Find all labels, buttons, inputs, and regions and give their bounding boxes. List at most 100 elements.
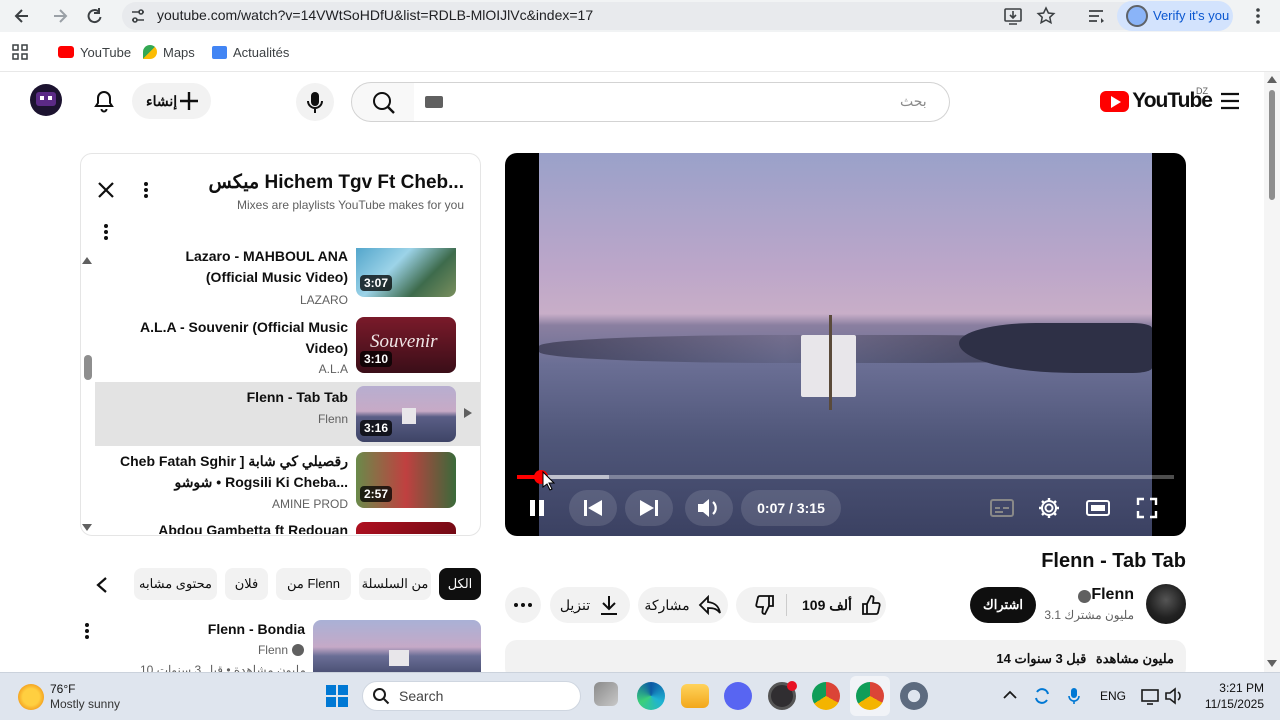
speaker-icon[interactable] <box>1164 687 1184 705</box>
weather-sun-icon[interactable] <box>18 684 44 710</box>
recommendation-menu-icon[interactable] <box>80 620 94 642</box>
next-icon[interactable] <box>625 490 673 526</box>
video-player[interactable]: 0:07 / 3:15 <box>505 153 1186 536</box>
microphone-tray-icon[interactable] <box>1066 686 1082 706</box>
scrollbar-thumb[interactable] <box>1269 90 1275 200</box>
bookmark-label: Maps <box>163 44 195 60</box>
playlist-item[interactable]: Abdou Gambetta ft Redouan <box>95 516 480 534</box>
subscriber-count: 3.1 مليون مشترك <box>1044 608 1134 622</box>
hidden-icons-chevron-icon[interactable] <box>1003 690 1017 700</box>
chips-prev-icon[interactable] <box>94 576 110 594</box>
subscribe-button[interactable]: اشتراك <box>970 587 1036 623</box>
page-scrollbar[interactable] <box>1264 72 1280 672</box>
channel-name[interactable]: Flenn <box>1060 586 1134 604</box>
search-button[interactable] <box>351 82 415 122</box>
sync-icon[interactable] <box>1032 686 1052 706</box>
playlist-options-icon[interactable] <box>98 222 114 242</box>
playlist-menu-icon[interactable] <box>138 180 154 200</box>
playlist-title[interactable]: ميكس Hichem Tgv Ft Cheb... <box>170 171 464 194</box>
task-view-icon[interactable] <box>594 682 618 706</box>
reading-list-icon[interactable] <box>1086 6 1106 26</box>
bookmark-star-icon[interactable] <box>1036 6 1056 26</box>
captions-icon[interactable] <box>989 496 1015 520</box>
playlist-item[interactable]: Lazaro - MAHBOUL ANA (Official Music Vid… <box>95 248 480 309</box>
item-thumbnail[interactable]: 2:57 <box>356 452 456 508</box>
chip-similar[interactable]: محتوى مشابه <box>134 568 217 600</box>
youtube-favicon-icon <box>58 46 74 58</box>
discord-icon[interactable] <box>724 682 752 710</box>
taskbar-search-box[interactable] <box>362 681 581 711</box>
pause-icon[interactable] <box>527 496 547 520</box>
recommendation-thumbnail[interactable] <box>313 620 481 680</box>
weather-desc[interactable]: Mostly sunny <box>50 697 120 711</box>
chrome-icon[interactable] <box>812 682 840 710</box>
volume-icon[interactable] <box>685 490 733 526</box>
chrome-active-icon[interactable] <box>856 682 884 710</box>
playlist-scroll-down-icon[interactable] <box>82 524 92 531</box>
view-meta: 14 مليون مشاهدة قبل 3 سنوات <box>900 651 1174 667</box>
theater-mode-icon[interactable] <box>1085 496 1111 520</box>
voice-search-button[interactable] <box>296 83 334 121</box>
forward-icon[interactable] <box>50 6 70 26</box>
edge-browser-icon[interactable] <box>637 682 665 710</box>
playlist-scroll-up-icon[interactable] <box>82 257 92 264</box>
channel-avatar[interactable] <box>1146 584 1186 624</box>
close-icon[interactable] <box>96 180 116 200</box>
apps-grid-icon[interactable] <box>12 44 28 60</box>
scroll-down-arrow-icon[interactable] <box>1267 660 1277 667</box>
playlist-item[interactable]: A.L.A - Souvenir (Official Music Video) … <box>95 312 480 380</box>
url-text[interactable]: youtube.com/watch?v=14VWtSoHDfU&list=RDL… <box>157 7 593 23</box>
now-playing-icon <box>464 408 472 418</box>
reload-icon[interactable] <box>84 6 104 26</box>
keyboard-icon[interactable] <box>425 96 443 108</box>
chip-fulan[interactable]: فلان <box>225 568 268 600</box>
download-icon <box>598 594 620 616</box>
windows-start-icon[interactable] <box>325 684 349 708</box>
fullscreen-icon[interactable] <box>1135 496 1159 520</box>
bookmark-actualites[interactable]: Actualités <box>212 43 289 61</box>
chip-from-flenn[interactable]: من Flenn <box>276 568 351 600</box>
download-button[interactable]: تنزيل <box>550 587 630 623</box>
bookmark-maps[interactable]: Maps <box>143 43 195 61</box>
playlist-item[interactable]: Cheb Fatah Sghir ] رقصيلي كي شابة شوشو •… <box>95 448 480 516</box>
item-thumbnail[interactable]: 3:07 <box>356 248 456 297</box>
share-button[interactable]: مشاركة <box>638 587 728 623</box>
previous-icon[interactable] <box>569 490 617 526</box>
site-info-icon[interactable] <box>130 8 146 24</box>
network-icon[interactable] <box>1140 687 1160 705</box>
item-title-line2: Video) <box>305 340 348 356</box>
chip-from-series[interactable]: من السلسلة <box>359 568 431 600</box>
back-icon[interactable] <box>12 6 32 26</box>
clock-date[interactable]: 11/15/2025 <box>1196 697 1264 711</box>
avatar[interactable] <box>30 84 62 116</box>
recommendation-title[interactable]: Flenn - Bondia <box>150 621 305 637</box>
language-indicator[interactable]: ENG <box>1100 689 1126 703</box>
item-thumbnail[interactable]: Souvenir 3:10 <box>356 317 456 373</box>
settings-gear-icon[interactable] <box>1037 496 1061 520</box>
dislike-button[interactable] <box>748 593 778 617</box>
search-placeholder: بحث <box>900 93 927 109</box>
clock-time[interactable]: 3:21 PM <box>1204 681 1264 695</box>
browser-menu-icon[interactable] <box>1250 6 1266 26</box>
bookmark-youtube[interactable]: YouTube <box>58 43 131 61</box>
news-icon <box>212 45 227 59</box>
like-button[interactable]: 109 ألف <box>790 587 886 623</box>
file-explorer-icon[interactable] <box>681 684 709 708</box>
more-actions-button[interactable] <box>505 587 541 623</box>
notifications-bell-icon[interactable] <box>93 89 115 113</box>
item-thumbnail[interactable]: 3:16 <box>356 386 456 442</box>
recommendation-channel[interactable]: Flenn <box>150 643 288 657</box>
hamburger-menu-icon[interactable] <box>1220 92 1240 110</box>
weather-temp[interactable]: 76°F <box>50 682 75 696</box>
settings-gear-icon[interactable] <box>900 682 928 710</box>
scroll-up-arrow-icon[interactable] <box>1267 76 1277 83</box>
item-thumbnail[interactable] <box>356 522 456 534</box>
playlist-scrollbar-thumb[interactable] <box>84 355 92 380</box>
duration-badge: 3:10 <box>360 351 393 367</box>
progress-bar[interactable] <box>517 470 1174 484</box>
search-input[interactable] <box>414 82 950 122</box>
playlist-item-selected[interactable]: Flenn - Tab Tab Flenn 3:16 <box>95 382 480 446</box>
like-count: 109 ألف <box>802 596 852 613</box>
install-app-icon[interactable] <box>1003 6 1023 26</box>
chip-all[interactable]: الكل <box>439 568 481 600</box>
